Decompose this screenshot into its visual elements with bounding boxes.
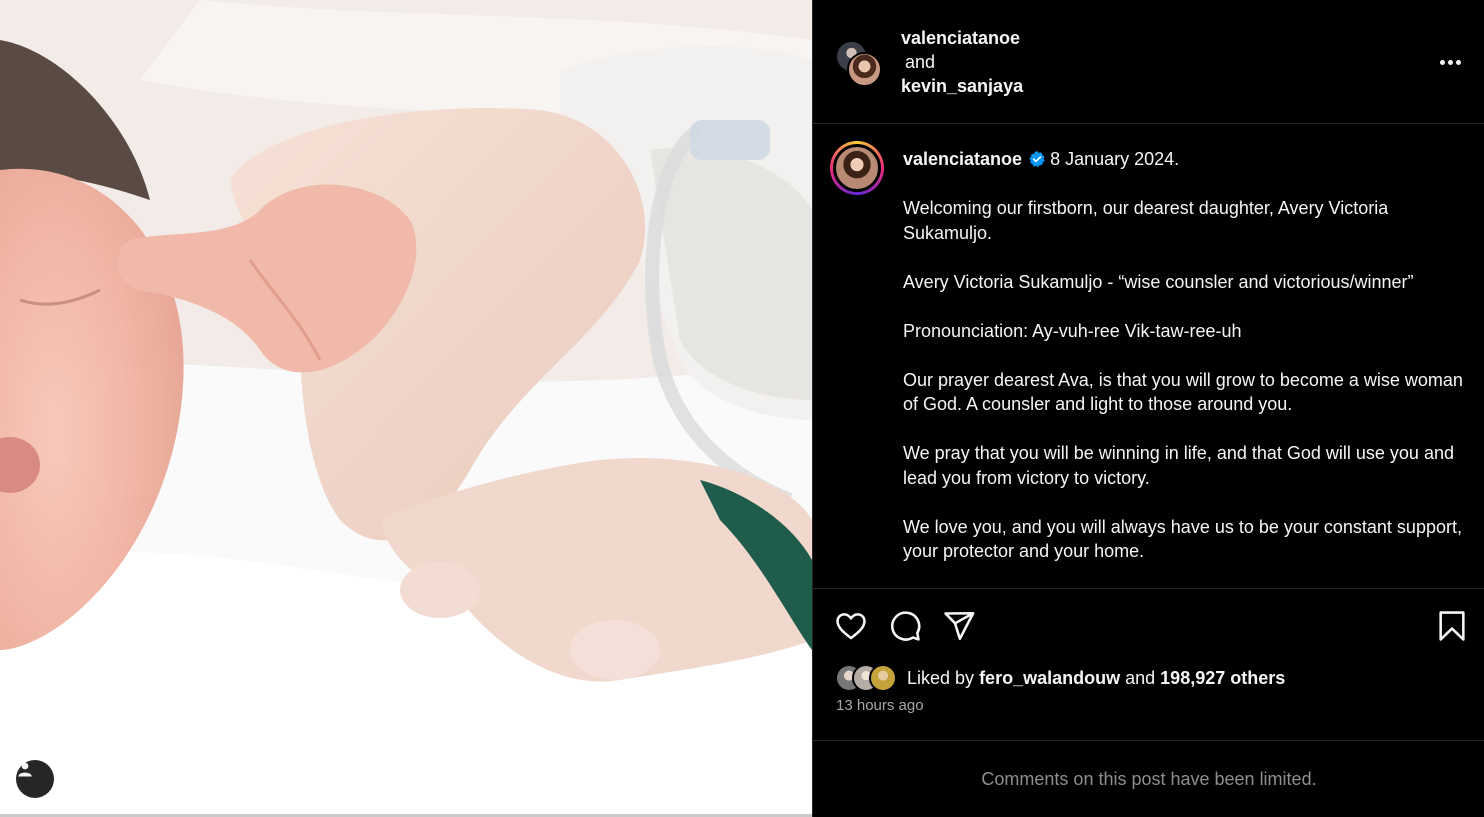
caption-paragraph: Welcoming our firstborn, our dearest dau… (903, 198, 1389, 243)
bookmark-icon[interactable] (1435, 609, 1469, 643)
tagged-users-button[interactable] (16, 760, 54, 798)
collab-user-two-link[interactable]: kevin_sanjaya (901, 74, 1023, 98)
caption-paragraph: Our prayer dearest Ava, is that you will… (903, 369, 1463, 415)
post-timestamp[interactable]: 13 hours ago (836, 697, 924, 714)
send-icon[interactable] (942, 609, 976, 643)
caption-header: valenciatanoe 8 January 2024. (903, 148, 1179, 170)
more-options-button[interactable] (1435, 50, 1465, 74)
likes-text: Liked by fero_walandouw and 198,927 othe… (907, 668, 1285, 689)
caption-paragraph: Pronounciation: Ay-vuh-ree Vik-taw-ree-u… (903, 320, 1242, 341)
liker-avatars (835, 664, 905, 692)
caption-date: 8 January 2024. (1050, 149, 1180, 169)
post-actions: Liked by fero_walandouw and 198,927 othe… (813, 588, 1484, 741)
more-horizontal-icon (1447, 59, 1453, 65)
caption-paragraph: We pray that you will be winning in life… (903, 443, 1454, 488)
post-photo[interactable] (0, 0, 812, 814)
caption-username-link[interactable]: valenciatanoe (903, 149, 1022, 169)
newborn-photo-illustration (0, 0, 812, 814)
caption-paragraph: We love you, and you will always have us… (903, 516, 1462, 562)
caption-text: Welcoming our firstborn, our dearest dau… (903, 196, 1463, 588)
comments-limited-notice: Comments on this post have been limited. (981, 768, 1317, 789)
more-horizontal-icon (1455, 59, 1461, 65)
caption-paragraph: Avery Victoria Sukamuljo - “wise counsle… (903, 271, 1414, 292)
collab-user-one-link[interactable]: valenciatanoe (901, 26, 1023, 50)
avatar[interactable] (830, 141, 884, 195)
comment-icon[interactable] (888, 609, 922, 643)
likes-prefix: Liked by (907, 667, 975, 688)
likes-summary: Liked by fero_walandouw and 198,927 othe… (835, 663, 1285, 693)
likes-count-link[interactable]: 198,927 others (1160, 668, 1285, 688)
collab-usernames: valenciatanoe and kevin_sanjaya (901, 26, 1023, 98)
more-horizontal-icon (1439, 59, 1445, 65)
caption-section: valenciatanoe 8 January 2024. Welcoming … (813, 124, 1484, 588)
person-icon (18, 762, 32, 777)
heart-icon[interactable] (834, 609, 868, 643)
likes-conjunction: and (1125, 667, 1156, 688)
first-liker-link[interactable]: fero_walandouw (979, 668, 1120, 688)
verified-badge-icon (1029, 151, 1045, 168)
avatar[interactable] (847, 52, 882, 87)
collab-conjunction: and (905, 52, 936, 72)
post-side-panel: valenciatanoe and kevin_sanjaya valencia… (812, 0, 1484, 817)
avatar (869, 664, 897, 692)
collab-avatars[interactable] (835, 40, 883, 88)
post-header: valenciatanoe and kevin_sanjaya (813, 0, 1484, 124)
